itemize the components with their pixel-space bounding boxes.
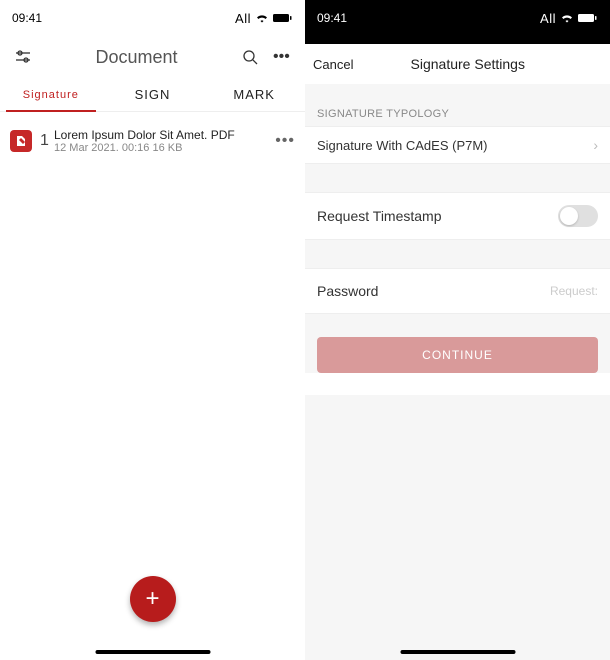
more-icon[interactable]: ••• [273, 48, 291, 66]
file-meta: 12 Mar 2021. 00:16 16 KB [54, 142, 265, 154]
battery-icon [273, 13, 293, 23]
battery-icon [578, 13, 598, 23]
modal-title: Signature Settings [333, 56, 602, 72]
signature-type-label: Signature With CAdES (P7M) [317, 138, 488, 153]
tab-mark[interactable]: MARK [203, 78, 305, 111]
file-row[interactable]: 1 Lorem Ipsum Dolor Sit Amet. PDF 12 Mar… [10, 128, 295, 154]
signature-type-row[interactable]: Signature With CAdES (P7M) › [305, 126, 610, 164]
wifi-icon [560, 13, 574, 23]
home-indicator [95, 650, 210, 654]
tabs: Signature SIGN MARK [0, 78, 305, 112]
tab-label: SIGN [135, 87, 171, 102]
modal-backdrop [305, 36, 610, 44]
file-name: Lorem Ipsum Dolor Sit Amet. PDF [54, 128, 265, 142]
carrier-label: All [540, 11, 556, 26]
add-button[interactable]: + [130, 576, 176, 622]
carrier-label: All [235, 11, 251, 26]
continue-label: CONTINUE [422, 348, 493, 362]
signature-settings-modal: Cancel Signature Settings SIGNATURE TYPO… [305, 44, 610, 660]
status-time: 09:41 [317, 11, 347, 25]
status-indicators: All [540, 11, 598, 26]
file-index: 1 [40, 132, 54, 150]
file-info: Lorem Ipsum Dolor Sit Amet. PDF 12 Mar 2… [54, 128, 265, 154]
status-bar: 09:41 All [0, 0, 305, 36]
plus-icon: + [145, 585, 159, 613]
password-placeholder: Request: [550, 284, 598, 298]
timestamp-label: Request Timestamp [317, 208, 442, 224]
pdf-icon [10, 130, 32, 152]
timestamp-row: Request Timestamp [305, 192, 610, 240]
file-list: 1 Lorem Ipsum Dolor Sit Amet. PDF 12 Mar… [0, 112, 305, 170]
tab-label: MARK [233, 87, 275, 102]
modal-header: Cancel Signature Settings [305, 44, 610, 84]
wifi-icon [255, 13, 269, 23]
search-icon[interactable] [241, 48, 259, 66]
continue-button[interactable]: CONTINUE [317, 337, 598, 373]
timestamp-toggle[interactable] [558, 205, 598, 227]
home-indicator [400, 650, 515, 654]
tab-sign[interactable]: SIGN [102, 78, 204, 111]
password-label: Password [317, 283, 378, 299]
tab-signature[interactable]: Signature [0, 78, 102, 111]
status-bar: 09:41 All [305, 0, 610, 36]
file-more-icon[interactable]: ••• [275, 132, 295, 150]
chevron-right-icon: › [593, 137, 598, 153]
spacer [305, 164, 610, 192]
modal-body-bg [305, 395, 610, 660]
page-title: Document [32, 47, 241, 68]
settings-filter-icon[interactable] [14, 48, 32, 66]
tab-label: Signature [23, 89, 79, 101]
status-indicators: All [235, 11, 293, 26]
spacer [305, 240, 610, 268]
password-row[interactable]: Password Request: [305, 268, 610, 314]
title-bar: Document ••• [0, 36, 305, 78]
section-header: SIGNATURE TYPOLOGY [305, 84, 610, 126]
status-time: 09:41 [12, 11, 42, 25]
